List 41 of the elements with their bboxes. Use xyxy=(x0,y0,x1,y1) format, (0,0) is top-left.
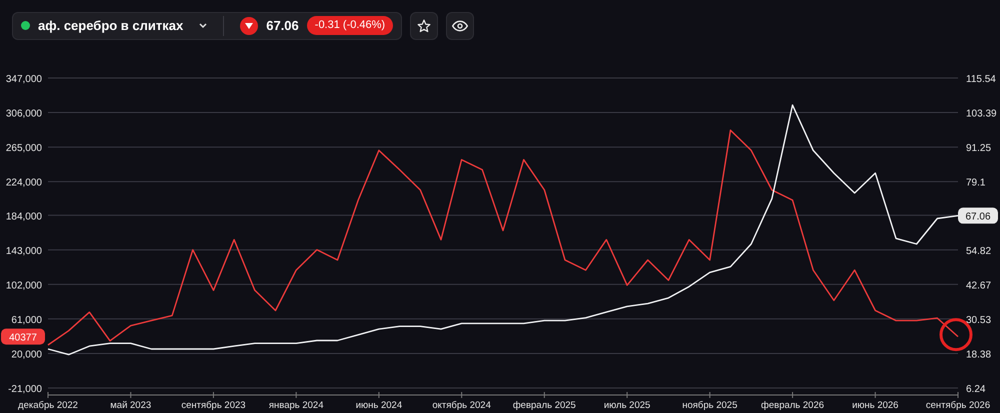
y-axis-label: 42.67 xyxy=(966,280,992,292)
y-axis-label: 61,000 xyxy=(11,314,42,326)
x-axis-label: октябрь 2024 xyxy=(432,400,491,411)
y-axis-label: 347,000 xyxy=(6,74,42,85)
x-axis-label: май 2023 xyxy=(110,400,152,411)
x-axis-label: июль 2025 xyxy=(604,400,650,411)
change-badge: -0.31 (-0.46%) xyxy=(306,16,394,35)
y-axis-label: 265,000 xyxy=(6,143,42,154)
y-axis-label: 224,000 xyxy=(6,178,42,189)
eye-icon xyxy=(452,20,468,32)
x-axis-label: сентябрь 2026 xyxy=(926,400,990,411)
y-axis-label: -21,000 xyxy=(8,384,42,395)
instrument-name: аф. серебро в слитках xyxy=(38,16,184,35)
last-value-badge: 40377 xyxy=(1,328,45,345)
y-axis-label: 6.24 xyxy=(966,384,986,395)
y-axis-label: 91.25 xyxy=(966,142,992,154)
y-axis-label: 103.39 xyxy=(966,108,997,120)
star-icon xyxy=(417,18,432,32)
last-value-badge: 67.06 xyxy=(958,208,998,224)
y-axis-label: 30.53 xyxy=(966,315,992,326)
x-axis-label: февраль 2025 xyxy=(512,400,576,411)
y-axis-label: 143,000 xyxy=(6,246,42,257)
y-axis-label: 184,000 xyxy=(6,211,42,222)
x-axis-label: сентябрь 2023 xyxy=(181,400,246,411)
x-axis-label: январь 2024 xyxy=(268,400,324,411)
y-axis-label: 102,000 xyxy=(6,280,42,292)
y-axis-label: 115.54 xyxy=(966,74,996,85)
price: 67.06 xyxy=(266,16,299,35)
chevron-down-icon[interactable] xyxy=(199,22,208,28)
y-axis-label: 306,000 xyxy=(6,108,42,120)
y-axis-label: 54.82 xyxy=(966,246,992,258)
eye-button[interactable] xyxy=(446,12,474,40)
x-axis-label: июнь 2026 xyxy=(852,400,898,411)
y-axis-label: 18.38 xyxy=(966,350,992,361)
x-axis-label: февраль 2026 xyxy=(761,400,824,411)
y-axis-label: 79.1 xyxy=(966,177,986,188)
star-button[interactable] xyxy=(410,12,438,40)
x-axis-label: ноябрь 2025 xyxy=(682,400,738,411)
y-axis-label: 20,000 xyxy=(11,349,42,360)
x-axis-label: декабрь 2022 xyxy=(18,400,78,411)
x-axis-label: июнь 2024 xyxy=(356,400,402,411)
